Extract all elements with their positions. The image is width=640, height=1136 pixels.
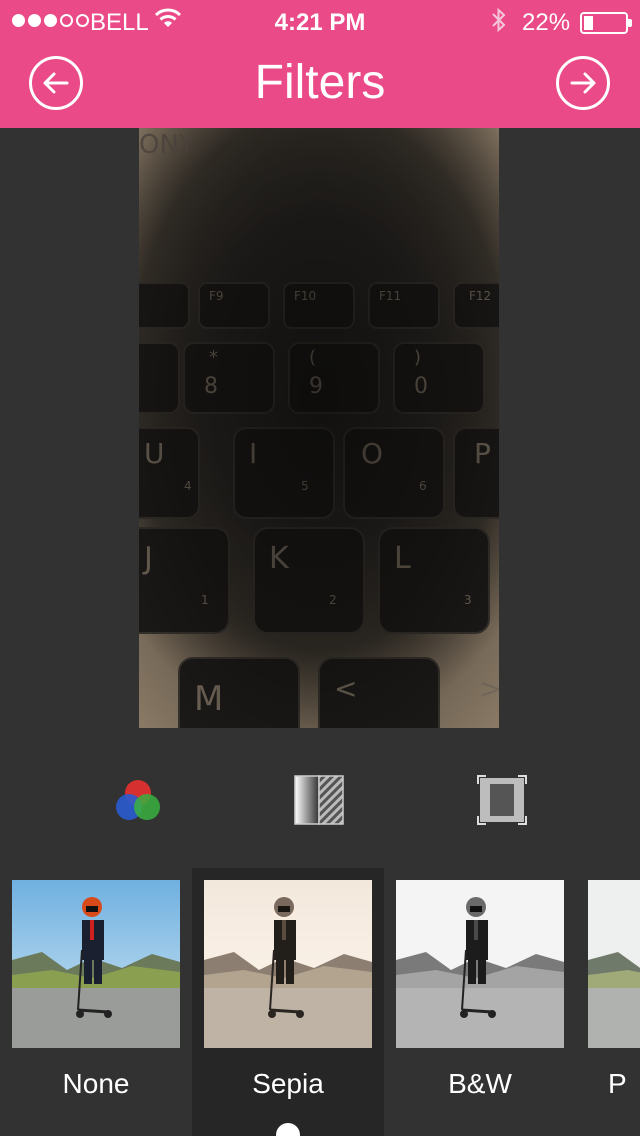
arrow-right-icon bbox=[570, 72, 596, 94]
bluetooth-icon bbox=[490, 7, 508, 40]
filter-thumbnail bbox=[396, 880, 564, 1048]
filter-none[interactable]: None bbox=[0, 868, 192, 1136]
filter-label: Sepia bbox=[252, 1068, 324, 1099]
battery-icon bbox=[580, 12, 632, 34]
tools-row bbox=[0, 760, 640, 840]
filter-thumbnail bbox=[588, 880, 640, 1048]
gradient-hatch-icon bbox=[294, 775, 344, 825]
selected-indicator bbox=[276, 1123, 300, 1136]
filter-thumbnail bbox=[12, 880, 180, 1048]
nav-bar: Filters bbox=[0, 40, 640, 128]
filter-label: None bbox=[62, 1068, 130, 1099]
keyboard-photo: F9 F10 F11 F12 * 8 ( 9 ) 0 U I O P 4 5 6… bbox=[139, 128, 499, 728]
next-button[interactable] bbox=[556, 56, 610, 110]
battery-percent: 22% bbox=[522, 9, 571, 36]
photo-preview[interactable]: F9 F10 F11 F12 * 8 ( 9 ) 0 U I O P 4 5 6… bbox=[139, 128, 499, 728]
frame-icon bbox=[477, 775, 527, 825]
gradient-button[interactable] bbox=[290, 770, 350, 830]
filter-thumbnail bbox=[204, 880, 372, 1048]
top-bar: BELL 4:21 PM 22% Filters bbox=[0, 0, 640, 128]
frame-button[interactable] bbox=[472, 770, 532, 830]
color-adjust-button[interactable] bbox=[108, 770, 168, 830]
page-title: Filters bbox=[254, 56, 386, 109]
filter-label: P bbox=[608, 1068, 627, 1099]
filter-partial[interactable]: P bbox=[576, 868, 640, 1136]
filter-strip: None Sepia B&W P bbox=[0, 868, 640, 1136]
filter-sepia[interactable]: Sepia bbox=[192, 868, 384, 1136]
filter-bw[interactable]: B&W bbox=[384, 868, 576, 1136]
rgb-circles-icon bbox=[116, 780, 160, 820]
filter-label: B&W bbox=[448, 1068, 512, 1099]
status-bar: BELL 4:21 PM 22% bbox=[0, 0, 640, 40]
